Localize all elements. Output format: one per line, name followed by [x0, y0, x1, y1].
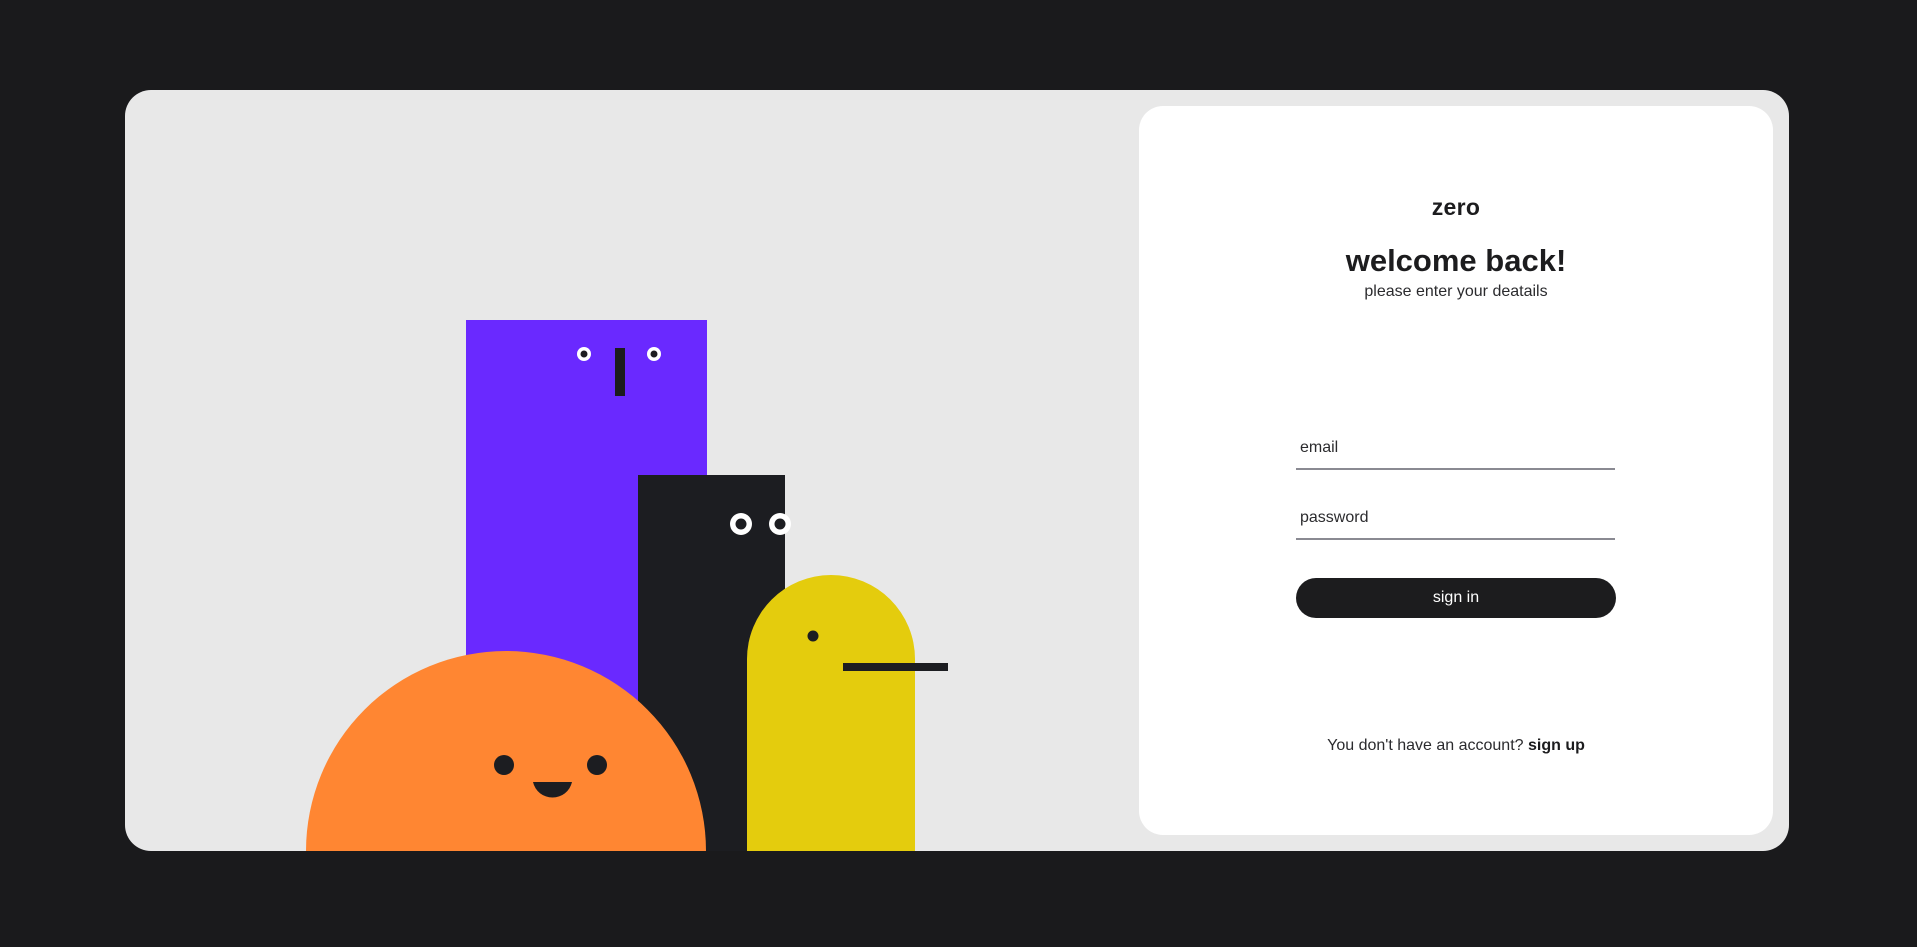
login-panel: zero welcome back! please enter your dea…: [1139, 106, 1773, 835]
no-account-text: You don't have an account?: [1327, 737, 1528, 754]
signup-prompt: You don't have an account? sign up: [1139, 737, 1773, 755]
orange-right-eye: [587, 755, 607, 775]
login-card: zero welcome back! please enter your dea…: [125, 90, 1789, 851]
yellow-character: [747, 575, 948, 851]
brand-logo: zero: [1431, 194, 1481, 220]
yellow-beak: [843, 663, 948, 671]
password-field[interactable]: [1296, 498, 1615, 540]
page-subtitle: please enter your deatails: [1364, 283, 1548, 300]
email-field[interactable]: [1296, 428, 1615, 470]
orange-left-eye: [494, 755, 514, 775]
purple-mouth: [615, 348, 625, 396]
sign-up-link[interactable]: sign up: [1528, 737, 1585, 754]
sign-in-button[interactable]: sign in: [1296, 578, 1616, 618]
characters-illustration: [306, 320, 948, 851]
yellow-eye: [807, 630, 819, 642]
page-title: welcome back!: [1345, 243, 1567, 278]
